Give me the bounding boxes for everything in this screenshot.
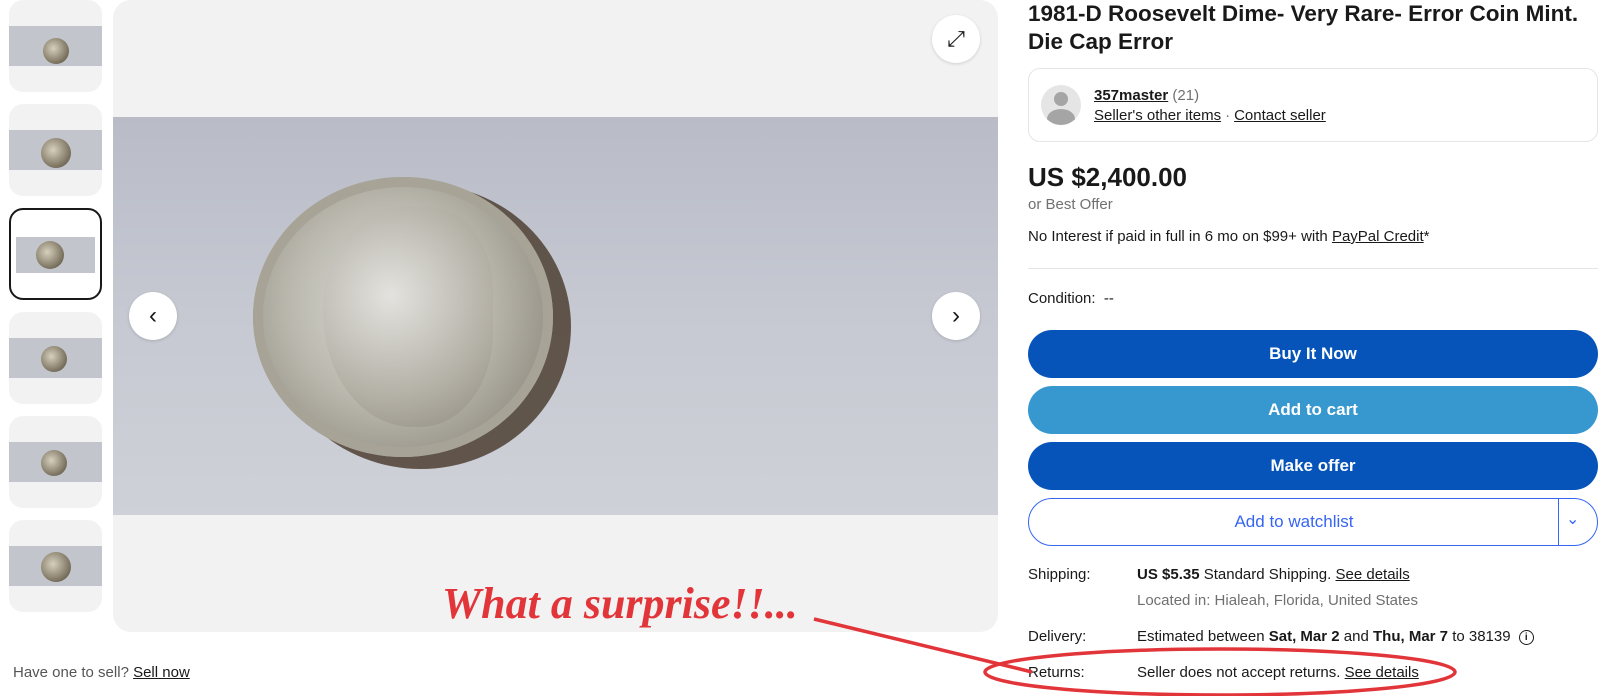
credit-line: No Interest if paid in full in 6 mo on $… [1028, 228, 1430, 245]
contact-seller-link[interactable]: Contact seller [1234, 107, 1326, 124]
thumbnail-5[interactable] [9, 416, 102, 508]
buy-it-now-button[interactable]: Buy It Now [1028, 330, 1598, 378]
dime-coin [253, 177, 553, 457]
roosevelt-profile [323, 207, 493, 427]
seller-links: Seller's other items · Contact seller [1094, 107, 1326, 124]
previous-image-button[interactable]: ‹ [129, 292, 177, 340]
delivery-start: Sat, Mar 2 [1268, 628, 1340, 645]
returns-label: Returns: [1028, 664, 1085, 681]
avatar-head [1054, 92, 1068, 106]
info-icon[interactable]: i [1518, 630, 1534, 645]
thumbnail-4[interactable] [9, 312, 102, 404]
thumbnail-image [16, 237, 95, 273]
avatar-body [1047, 109, 1075, 125]
best-offer-text: or Best Offer [1028, 196, 1113, 213]
sell-now-link[interactable]: Sell now [133, 664, 190, 681]
seller-card: 357master (21) Seller's other items · Cont… [1028, 68, 1598, 142]
price: US $2,400.00 [1028, 162, 1188, 192]
shipping-text: Standard Shipping. [1203, 566, 1332, 583]
sell-prompt-text: Have one to sell? [13, 664, 129, 681]
thumbnail-image [9, 130, 102, 170]
listing-panel: 1981-D Roosevelt Dime- Very Rare- Error … [1028, 0, 1598, 681]
coin-image [41, 552, 71, 582]
next-image-button[interactable]: › [932, 292, 980, 340]
thumbnail-image [9, 442, 102, 482]
delivery-label: Delivery: [1028, 628, 1087, 645]
condition-label: Condition: [1028, 290, 1096, 307]
condition-value: -- [1103, 290, 1114, 307]
delivery-end: Thu, Mar 7 [1373, 628, 1449, 645]
seller-feedback-count: (21) [1172, 87, 1200, 104]
chevron-down-icon[interactable]: ⌄ [1566, 509, 1579, 529]
coin-image [41, 450, 67, 476]
separator-dot: · [1225, 107, 1231, 124]
shipping-amount: US $5.35 [1137, 566, 1200, 583]
divider [1028, 268, 1598, 269]
thumbnail-image [9, 26, 102, 66]
thumbnail-image [9, 546, 102, 586]
thumbnail-strip [9, 0, 102, 612]
condition-line: Condition: -- [1028, 290, 1114, 307]
main-image-viewer[interactable]: ⤢ ‹ › [113, 0, 998, 632]
item-title: 1981-D Roosevelt Dime- Very Rare- Error … [1028, 1, 1579, 54]
shipping-see-details-link[interactable]: See details [1336, 566, 1410, 583]
credit-asterisk: * [1423, 228, 1430, 245]
expand-icon[interactable]: ⤢ [932, 15, 980, 63]
add-to-cart-button[interactable]: Add to cart [1028, 386, 1598, 434]
watchlist-label: Add to watchlist [1234, 512, 1354, 531]
shipping-label: Shipping: [1028, 566, 1091, 583]
coin-image [41, 346, 67, 372]
delivery-and: and [1343, 628, 1369, 645]
coin-image [43, 38, 69, 64]
thumbnail-image [9, 338, 102, 378]
seller-name-link[interactable]: 357master [1094, 87, 1168, 104]
sell-prompt: Have one to sell? Sell now [13, 664, 190, 681]
delivery-zip: to 38139 [1452, 628, 1511, 645]
thumbnail-1[interactable] [9, 0, 102, 92]
thumbnail-2[interactable] [9, 104, 102, 196]
returns-see-details-link[interactable]: See details [1345, 664, 1419, 681]
make-offer-button[interactable]: Make offer [1028, 442, 1598, 490]
delivery-prefix: Estimated between [1137, 628, 1265, 645]
returns-value: Seller does not accept returns. See deta… [1137, 664, 1419, 681]
avatar [1041, 85, 1081, 125]
coin-image [36, 241, 64, 269]
delivery-value: Estimated between Sat, Mar 2 and Thu, Ma… [1137, 628, 1534, 645]
paypal-credit-link[interactable]: PayPal Credit [1332, 228, 1424, 245]
seller-name-line: 357master (21) [1094, 87, 1199, 104]
returns-text: Seller does not accept returns. [1137, 664, 1341, 681]
seller-other-items-link[interactable]: Seller's other items [1094, 107, 1221, 124]
credit-text: No Interest if paid in full in 6 mo on $… [1028, 228, 1328, 245]
coin-image [41, 138, 71, 168]
thumbnail-6[interactable] [9, 520, 102, 612]
shipping-value: US $5.35 Standard Shipping. See details [1137, 566, 1410, 583]
coin-photo [113, 117, 998, 515]
add-to-watchlist-button[interactable]: Add to watchlist ⌄ [1028, 498, 1598, 546]
watchlist-divider [1558, 499, 1559, 545]
thumbnail-3-selected[interactable] [9, 208, 102, 300]
annotation-text: What a surprise!!... [442, 579, 798, 628]
item-location: Located in: Hialeah, Florida, United Sta… [1137, 592, 1418, 609]
